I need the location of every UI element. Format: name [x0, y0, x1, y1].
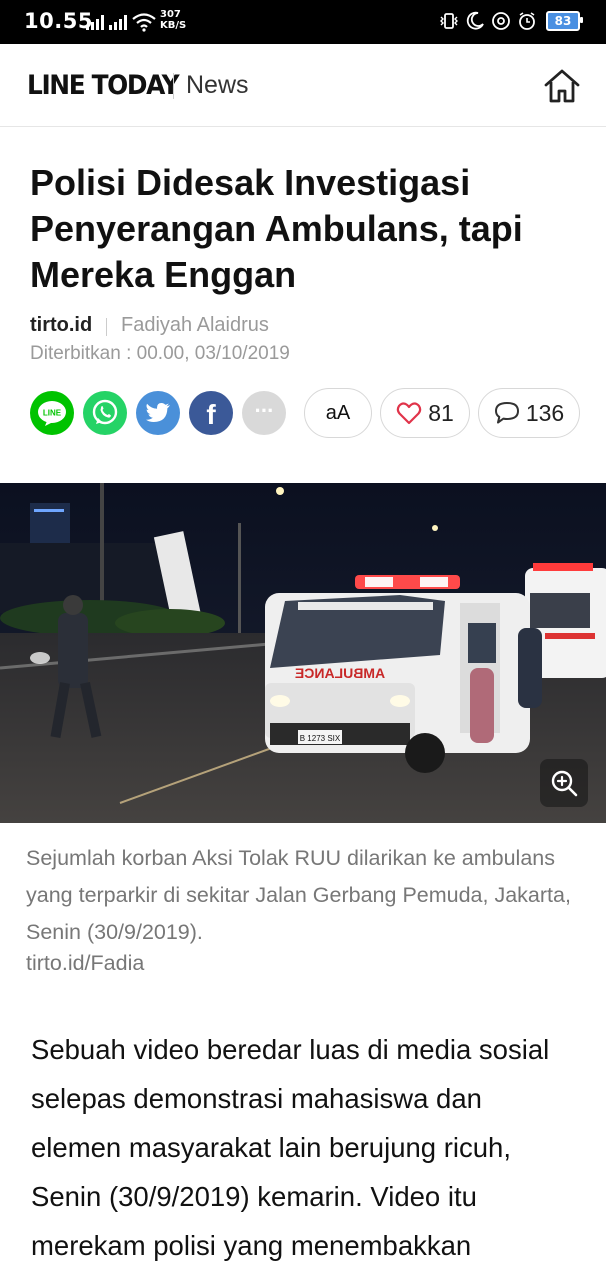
do-not-disturb-moon-icon — [464, 10, 486, 32]
twitter-icon — [146, 403, 170, 422]
share-more-button[interactable]: ··· — [242, 391, 286, 435]
share-facebook-button[interactable]: f — [189, 391, 233, 435]
section-label[interactable]: News — [186, 71, 249, 100]
home-icon[interactable] — [542, 66, 582, 106]
font-size-button[interactable]: aA — [304, 388, 372, 438]
share-line-button[interactable]: LINE — [30, 391, 74, 435]
svg-text:LINE: LINE — [43, 409, 62, 418]
more-icon: ··· — [254, 398, 275, 423]
photo-caption: Sejumlah korban Aksi Tolak RUU dilarikan… — [26, 846, 571, 944]
heart-icon — [396, 402, 422, 425]
photo-credit: tirto.id/Fadia — [26, 951, 145, 975]
comment-icon — [494, 402, 519, 424]
network-speed: 307 KB/S — [160, 9, 187, 31]
app-header: LINE TODAY News — [0, 44, 606, 127]
like-button[interactable]: 81 — [380, 388, 470, 438]
svg-text:AMBULANCE: AMBULANCE — [295, 665, 385, 681]
status-time: 10.55 — [24, 9, 93, 33]
article-body-paragraph: Sebuah video beredar luas di media sosia… — [31, 1034, 550, 1261]
alarm-icon — [516, 10, 538, 32]
article-photo[interactable]: AMBULANCE B 1273 SIX — [0, 483, 606, 823]
like-count: 81 — [428, 399, 454, 426]
share-twitter-button[interactable] — [136, 391, 180, 435]
signal-icon — [86, 15, 104, 30]
ambulance-scene-image: AMBULANCE B 1273 SIX — [0, 483, 606, 823]
status-bar: 10.55 307 KB/S 83 — [0, 0, 606, 44]
vibrate-icon — [438, 10, 460, 32]
signal-icon-2 — [109, 15, 127, 30]
at-sign-icon — [490, 10, 512, 32]
zoom-button[interactable] — [540, 759, 588, 807]
zoom-in-icon — [551, 770, 578, 797]
article-source[interactable]: tirto.id — [30, 314, 92, 337]
meta-divider — [106, 318, 107, 336]
share-whatsapp-button[interactable] — [83, 391, 127, 435]
battery-indicator: 83 — [546, 11, 583, 31]
article-author: Fadiyah Alaidrus — [121, 314, 269, 336]
facebook-icon: f — [206, 399, 216, 430]
comment-count: 136 — [525, 399, 565, 426]
wifi-icon — [132, 13, 156, 32]
article-published-date: Diterbitkan : 00.00, 03/10/2019 — [30, 343, 290, 364]
font-size-label: aA — [325, 401, 351, 424]
line-today-logo[interactable]: LINE TODAY — [27, 70, 180, 101]
whatsapp-icon — [92, 399, 118, 425]
comment-button[interactable]: 136 — [478, 388, 580, 438]
line-icon: LINE — [38, 401, 66, 426]
svg-text:B 1273 SIX: B 1273 SIX — [300, 734, 341, 743]
article-title: Polisi Didesak Investigasi Penyerangan A… — [30, 162, 523, 295]
header-divider — [173, 73, 174, 99]
